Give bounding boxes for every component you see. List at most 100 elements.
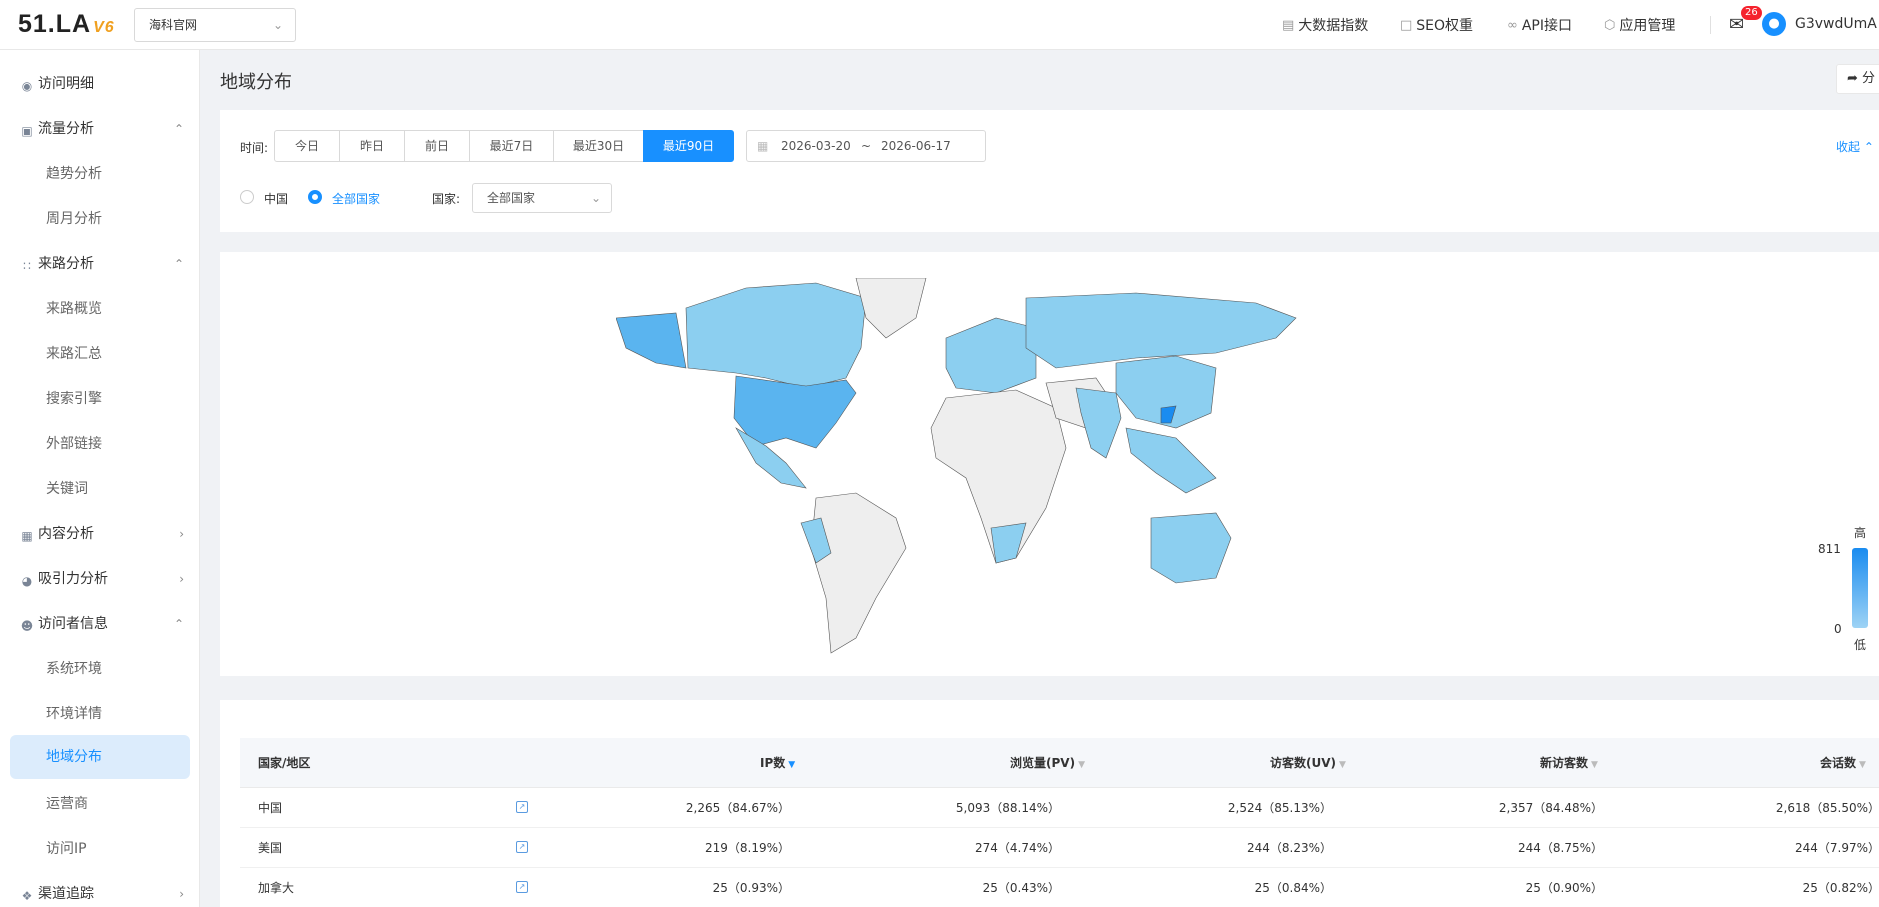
map-region-alaska bbox=[616, 312, 687, 369]
chevron-down-icon: ⌄ bbox=[272, 18, 283, 32]
radio-all-countries[interactable] bbox=[308, 190, 322, 204]
sort-desc-icon: ▼ bbox=[788, 760, 796, 770]
cube-icon: ⬡ bbox=[1604, 17, 1616, 33]
eye-icon: ◉ bbox=[21, 79, 33, 93]
site-select-value: 海科官网 bbox=[149, 18, 198, 32]
user-avatar-icon[interactable]: ● bbox=[1762, 12, 1786, 36]
chevron-up-icon: ⌃ bbox=[173, 617, 184, 631]
nav-api[interactable]: ∞ API接口 bbox=[1507, 0, 1572, 50]
map-region-australia bbox=[1150, 512, 1232, 584]
map-region-europe bbox=[945, 317, 1037, 394]
sidebar-item-visit-ip[interactable]: 访问IP bbox=[10, 827, 190, 871]
tab-last7[interactable]: 最近7日 bbox=[469, 130, 554, 162]
col-sessions[interactable]: 会话数 ▼ bbox=[1820, 738, 1866, 790]
sidebar-item-trend[interactable]: 趋势分析 bbox=[10, 152, 190, 196]
tab-yesterday[interactable]: 昨日 bbox=[339, 130, 405, 162]
tab-day-before[interactable]: 前日 bbox=[404, 130, 470, 162]
table-row[interactable]: 加拿大 ↗ 25（0.93%） 25（0.43%） 25（0.84%） 25（0… bbox=[240, 868, 1879, 907]
radio-all-countries-label[interactable]: 全部国家 bbox=[332, 190, 380, 207]
legend-min-value: 0 bbox=[1834, 622, 1842, 636]
chevron-right-icon: › bbox=[179, 527, 184, 541]
sidebar-item-visit-detail[interactable]: ◉ 访问明细 bbox=[10, 62, 190, 106]
date-separator: ~ bbox=[861, 139, 872, 153]
date-range-picker[interactable]: ▦ 2026-03-20 ~ 2026-06-17 bbox=[746, 130, 986, 162]
collapse-button[interactable]: 收起 ⌃ bbox=[1836, 138, 1874, 155]
sidebar-item-weekly[interactable]: 周月分析 bbox=[10, 197, 190, 241]
nav-bigdata[interactable]: ▤ 大数据指数 bbox=[1282, 0, 1368, 50]
legend-low-label: 低 bbox=[1854, 638, 1867, 652]
user-icon: ☻ bbox=[20, 619, 34, 633]
sidebar-group-source[interactable]: ∷ 来路分析 ⌃ bbox=[10, 242, 190, 286]
map-region-greenland bbox=[855, 278, 927, 339]
map-region-usa bbox=[733, 375, 857, 449]
sidebar-item-env-detail[interactable]: 环境详情 bbox=[10, 692, 190, 736]
map-panel: 高 811 0 低 bbox=[220, 252, 1879, 676]
map-region-russia bbox=[1025, 292, 1297, 369]
trend-icon[interactable]: ↗ bbox=[516, 841, 528, 853]
document-icon: ▦ bbox=[21, 529, 33, 543]
chevron-down-icon: ⌄ bbox=[590, 191, 601, 205]
pie-icon: ◕ bbox=[21, 574, 33, 588]
legend-max-value: 811 bbox=[1818, 542, 1841, 556]
table-row[interactable]: 中国 ↗ 2,265（84.67%） 5,093（88.14%） 2,524（8… bbox=[240, 788, 1879, 828]
logo[interactable]: 51.LA V6 bbox=[18, 10, 115, 39]
time-label: 时间: bbox=[240, 141, 269, 155]
col-pv[interactable]: 浏览量(PV) ▼ bbox=[1010, 738, 1085, 790]
sidebar-item-isp[interactable]: 运营商 bbox=[10, 782, 190, 826]
sidebar-item-search-engine[interactable]: 搜索引擎 bbox=[10, 377, 190, 421]
nav-divider bbox=[1710, 16, 1711, 34]
radio-china-label[interactable]: 中国 bbox=[264, 190, 288, 207]
sort-icon: ▼ bbox=[1339, 760, 1346, 770]
sidebar-item-source-overview[interactable]: 来路概览 bbox=[10, 287, 190, 331]
sort-icon: ▼ bbox=[1859, 760, 1866, 770]
nav-apps[interactable]: ⬡ 应用管理 bbox=[1604, 0, 1675, 50]
link-icon: ∞ bbox=[1507, 17, 1518, 33]
calendar-icon: ▦ bbox=[757, 139, 769, 153]
table-row[interactable]: 美国 ↗ 219（8.19%） 274（4.74%） 244（8.23%） 24… bbox=[240, 828, 1879, 868]
map-region-south-america bbox=[810, 492, 907, 654]
sort-icon: ▼ bbox=[1078, 760, 1085, 770]
table-header: 国家/地区 IP数 ▼ 浏览量(PV) ▼ 访客数(UV) ▼ 新访客数 ▼ 会话数 ▼ bbox=[240, 738, 1879, 788]
trend-icon[interactable]: ↗ bbox=[516, 881, 528, 893]
map-legend-bar[interactable] bbox=[1852, 548, 1868, 628]
site-select[interactable]: 海科官网 ⌄ bbox=[134, 8, 296, 42]
sidebar-item-keywords[interactable]: 关键词 bbox=[10, 467, 190, 511]
monitor-icon: ▣ bbox=[21, 124, 33, 138]
username[interactable]: G3vwdUmA bbox=[1795, 16, 1877, 32]
sidebar-group-content[interactable]: ▦ 内容分析 › bbox=[10, 512, 190, 556]
tab-last30[interactable]: 最近30日 bbox=[553, 130, 644, 162]
chevron-right-icon: › bbox=[179, 572, 184, 586]
date-end: 2026-06-17 bbox=[881, 139, 951, 153]
sidebar-item-geo[interactable]: 地域分布 bbox=[10, 735, 190, 779]
sidebar-item-source-summary[interactable]: 来路汇总 bbox=[10, 332, 190, 376]
world-map[interactable] bbox=[616, 278, 1416, 658]
sidebar-group-attraction[interactable]: ◕ 吸引力分析 › bbox=[10, 557, 190, 601]
sidebar-group-channel[interactable]: ❖ 渠道追踪 › bbox=[10, 872, 190, 907]
top-bar: 51.LA V6 海科官网 ⌄ ▤ 大数据指数 □ SEO权重 ∞ API接口 ⬡ 应用管… bbox=[0, 0, 1879, 50]
radio-china[interactable] bbox=[240, 190, 254, 204]
col-region: 国家/地区 bbox=[258, 756, 311, 770]
sidebar: ◉ 访问明细 ▣ 流量分析 ⌃ 趋势分析 周月分析 ∷ 来路分析 ⌃ 来路概览 来路汇总 … bbox=[0, 50, 200, 907]
tab-today[interactable]: 今日 bbox=[274, 130, 340, 162]
tab-last90[interactable]: 最近90日 bbox=[643, 130, 734, 162]
sidebar-item-external-links[interactable]: 外部链接 bbox=[10, 422, 190, 466]
country-select[interactable]: 全部国家 ⌄ bbox=[472, 183, 612, 213]
col-uv[interactable]: 访客数(UV) ▼ bbox=[1270, 738, 1346, 790]
map-region-canada bbox=[685, 282, 867, 389]
sidebar-group-visitor-info[interactable]: ☻ 访问者信息 ⌃ bbox=[10, 602, 190, 646]
trend-icon[interactable]: ↗ bbox=[516, 801, 528, 813]
date-start: 2026-03-20 bbox=[781, 139, 851, 153]
share-button[interactable]: ➦ 分 bbox=[1836, 64, 1879, 94]
sidebar-group-traffic[interactable]: ▣ 流量分析 ⌃ bbox=[10, 107, 190, 151]
nav-seo[interactable]: □ SEO权重 bbox=[1400, 0, 1473, 50]
sidebar-item-system-env[interactable]: 系统环境 bbox=[10, 647, 190, 691]
col-new[interactable]: 新访客数 ▼ bbox=[1540, 738, 1598, 790]
chevron-up-icon: ⌃ bbox=[173, 122, 184, 136]
col-ip[interactable]: IP数 ▼ bbox=[760, 738, 795, 790]
chevron-right-icon: › bbox=[179, 887, 184, 901]
data-table: 国家/地区 IP数 ▼ 浏览量(PV) ▼ 访客数(UV) ▼ 新访客数 ▼ 会话数 ▼ … bbox=[220, 700, 1879, 907]
page-title: 地域分布 bbox=[220, 72, 292, 93]
map-region-southeast-asia bbox=[1125, 427, 1217, 494]
chevron-up-icon: ⌃ bbox=[1863, 140, 1874, 154]
time-tabs: 今日 昨日 前日 最近7日 最近30日 最近90日 bbox=[274, 130, 734, 162]
